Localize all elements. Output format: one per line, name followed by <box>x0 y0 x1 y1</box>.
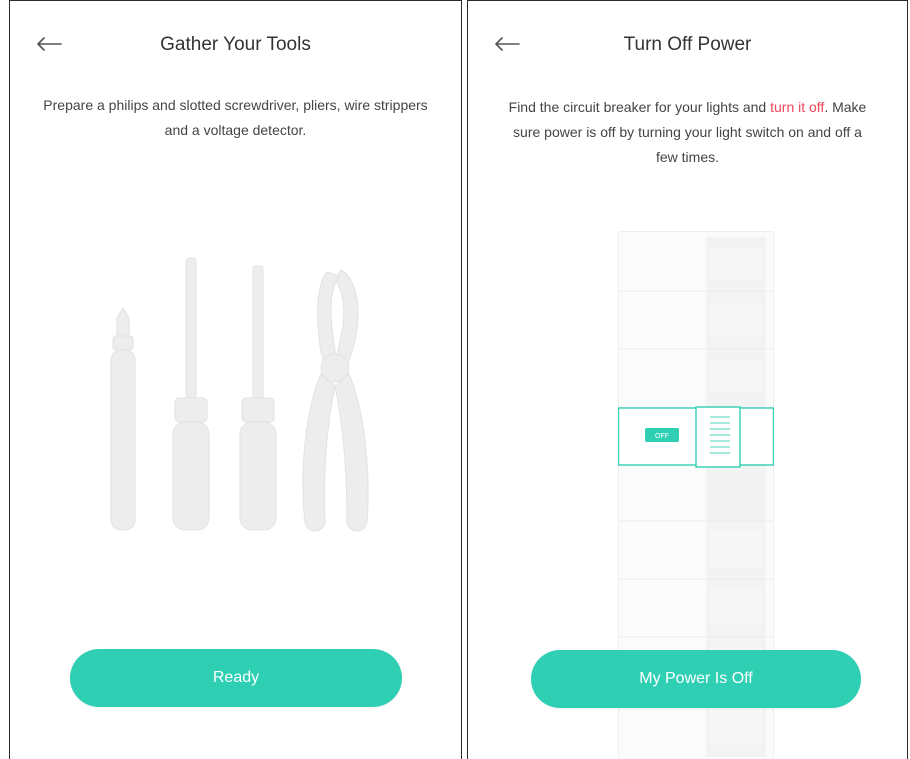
page-title: Turn Off Power <box>623 34 752 55</box>
breaker-off-label: OFF <box>655 433 669 440</box>
voltage-detector-icon <box>110 307 136 531</box>
gather-tools-screen: Gather Your Tools Prepare a philips and … <box>9 0 462 759</box>
breaker-switch: OFF <box>618 406 774 468</box>
turn-off-power-screen: Turn Off Power Find the circuit breaker … <box>467 0 908 759</box>
instruction-text-before: Find the circuit breaker for your lights… <box>508 99 771 115</box>
ready-button[interactable]: Ready <box>70 649 402 707</box>
philips-screwdriver-icon <box>172 257 210 531</box>
pliers-icon <box>302 269 369 532</box>
tools-illustration-icon <box>110 257 369 532</box>
instruction-text: Prepare a philips and slotted screwdrive… <box>43 97 428 138</box>
slotted-screwdriver-icon <box>239 265 277 531</box>
instruction-text: Find the circuit breaker for your lights… <box>502 95 873 170</box>
turn-it-off-highlight: turn it off <box>770 99 825 115</box>
my-power-is-off-button[interactable]: My Power Is Off <box>531 650 861 708</box>
page-title: Gather Your Tools <box>160 34 311 55</box>
